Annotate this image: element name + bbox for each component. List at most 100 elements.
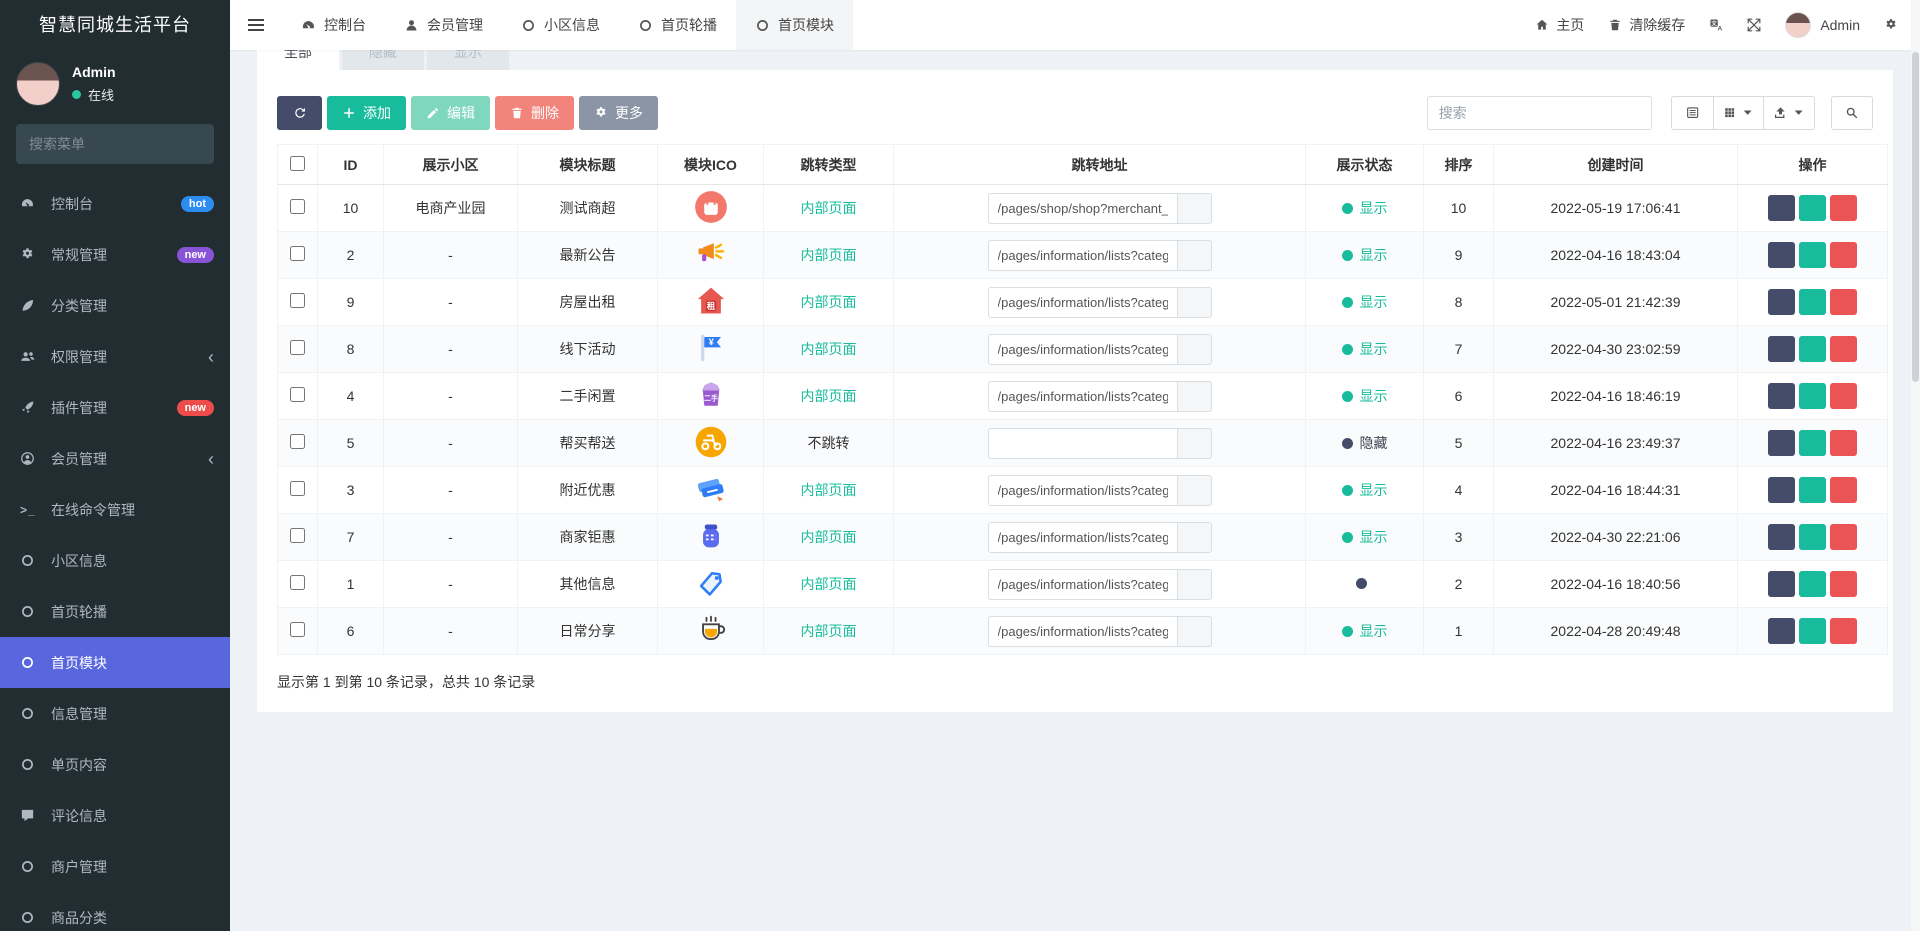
sidebar-item-在线命令管理[interactable]: >_ 在线命令管理 xyxy=(0,484,230,535)
edit-row-button[interactable] xyxy=(1799,195,1826,221)
navbar-tab-控制台[interactable]: 控制台 xyxy=(282,0,385,50)
edit-button[interactable]: 编辑 xyxy=(411,96,490,130)
move-button[interactable] xyxy=(1768,195,1795,221)
row-checkbox[interactable] xyxy=(290,434,305,449)
edit-row-button[interactable] xyxy=(1799,383,1826,409)
link-button[interactable] xyxy=(1177,615,1212,647)
sidebar-item-商品分类[interactable]: 商品分类 xyxy=(0,892,230,931)
sidebar-item-插件管理[interactable]: 插件管理 new xyxy=(0,382,230,433)
row-checkbox[interactable] xyxy=(290,340,305,355)
select-all-checkbox[interactable] xyxy=(290,155,305,171)
edit-row-button[interactable] xyxy=(1799,524,1826,550)
jump-url-input[interactable] xyxy=(987,521,1178,553)
move-button[interactable] xyxy=(1768,524,1795,550)
row-checkbox[interactable] xyxy=(290,622,305,637)
edit-row-button[interactable] xyxy=(1799,618,1826,644)
row-checkbox[interactable] xyxy=(290,528,305,543)
move-button[interactable] xyxy=(1768,430,1795,456)
delete-button[interactable]: 删除 xyxy=(495,96,574,130)
delete-row-button[interactable] xyxy=(1830,383,1857,409)
delete-row-button[interactable] xyxy=(1830,571,1857,597)
move-button[interactable] xyxy=(1768,477,1795,503)
jump-url-input[interactable] xyxy=(987,192,1178,224)
link-button[interactable] xyxy=(1177,286,1212,318)
hamburger-menu-button[interactable] xyxy=(230,0,282,50)
edit-row-button[interactable] xyxy=(1799,242,1826,268)
fullscreen-icon[interactable] xyxy=(1747,18,1761,32)
table-search-input[interactable] xyxy=(1426,96,1652,130)
home-link[interactable]: 主页 xyxy=(1535,15,1584,35)
translate-icon[interactable]: 文A xyxy=(1709,18,1723,32)
scrollbar-thumb[interactable] xyxy=(1912,52,1919,382)
navbar-tab-首页模块[interactable]: 首页模块 xyxy=(736,0,853,50)
sidebar-item-首页模块[interactable]: 首页模块 xyxy=(0,637,230,688)
export-button[interactable] xyxy=(1763,96,1815,130)
sidebar-item-分类管理[interactable]: 分类管理 xyxy=(0,280,230,331)
edit-row-button[interactable] xyxy=(1799,571,1826,597)
navbar-tab-小区信息[interactable]: 小区信息 xyxy=(502,0,619,50)
sidebar-item-单页内容[interactable]: 单页内容 xyxy=(0,739,230,790)
row-checkbox[interactable] xyxy=(290,293,305,308)
link-button[interactable] xyxy=(1177,474,1212,506)
settings-gears-icon[interactable] xyxy=(1884,18,1898,32)
delete-row-button[interactable] xyxy=(1830,195,1857,221)
sidebar-item-评论信息[interactable]: 评论信息 xyxy=(0,790,230,841)
sidebar-item-首页轮播[interactable]: 首页轮播 xyxy=(0,586,230,637)
jump-url-input[interactable] xyxy=(987,474,1178,506)
jump-url-input[interactable] xyxy=(987,286,1178,318)
link-button[interactable] xyxy=(1177,192,1212,224)
columns-button[interactable] xyxy=(1712,96,1764,130)
refresh-button[interactable] xyxy=(277,96,322,130)
move-button[interactable] xyxy=(1768,383,1795,409)
navbar-tab-首页轮播[interactable]: 首页轮播 xyxy=(619,0,736,50)
delete-row-button[interactable] xyxy=(1830,242,1857,268)
search-toggle-button[interactable] xyxy=(1831,96,1873,130)
jump-url-input[interactable] xyxy=(987,427,1178,459)
row-checkbox[interactable] xyxy=(290,575,305,590)
sidebar-item-商户管理[interactable]: 商户管理 xyxy=(0,841,230,892)
move-button[interactable] xyxy=(1768,618,1795,644)
jump-url-input[interactable] xyxy=(987,239,1178,271)
move-button[interactable] xyxy=(1768,242,1795,268)
link-button[interactable] xyxy=(1177,568,1212,600)
row-checkbox[interactable] xyxy=(290,481,305,496)
jump-url-input[interactable] xyxy=(987,568,1178,600)
delete-row-button[interactable] xyxy=(1830,336,1857,362)
add-button[interactable]: 添加 xyxy=(327,96,406,130)
jump-url-input[interactable] xyxy=(987,615,1178,647)
clear-cache-link[interactable]: 清除缓存 xyxy=(1608,15,1685,35)
move-button[interactable] xyxy=(1768,289,1795,315)
row-checkbox[interactable] xyxy=(290,199,305,214)
move-button[interactable] xyxy=(1768,336,1795,362)
sidebar-item-信息管理[interactable]: 信息管理 xyxy=(0,688,230,739)
delete-row-button[interactable] xyxy=(1830,524,1857,550)
navbar-tab-会员管理[interactable]: 会员管理 xyxy=(385,0,502,50)
navbar-user[interactable]: Admin xyxy=(1785,12,1860,38)
sidebar-item-控制台[interactable]: 控制台 hot xyxy=(0,178,230,229)
sidebar-item-会员管理[interactable]: 会员管理 ‹ xyxy=(0,433,230,484)
jump-url-input[interactable] xyxy=(987,380,1178,412)
link-button[interactable] xyxy=(1177,239,1212,271)
delete-row-button[interactable] xyxy=(1830,430,1857,456)
link-button[interactable] xyxy=(1177,380,1212,412)
delete-row-button[interactable] xyxy=(1830,477,1857,503)
row-checkbox[interactable] xyxy=(290,246,305,261)
edit-row-button[interactable] xyxy=(1799,430,1826,456)
delete-row-button[interactable] xyxy=(1830,289,1857,315)
detail-view-button[interactable] xyxy=(1670,96,1713,130)
more-button[interactable]: 更多 xyxy=(579,96,658,130)
edit-row-button[interactable] xyxy=(1799,289,1826,315)
sidebar-item-常规管理[interactable]: 常规管理 new xyxy=(0,229,230,280)
edit-row-button[interactable] xyxy=(1799,477,1826,503)
link-button[interactable] xyxy=(1177,427,1212,459)
jump-url-input[interactable] xyxy=(987,333,1178,365)
row-checkbox[interactable] xyxy=(290,387,305,402)
sidebar-item-小区信息[interactable]: 小区信息 xyxy=(0,535,230,586)
link-button[interactable] xyxy=(1177,333,1212,365)
link-button[interactable] xyxy=(1177,521,1212,553)
edit-row-button[interactable] xyxy=(1799,336,1826,362)
move-button[interactable] xyxy=(1768,571,1795,597)
delete-row-button[interactable] xyxy=(1830,618,1857,644)
scrollbar[interactable] xyxy=(1911,0,1920,931)
sidebar-item-权限管理[interactable]: 权限管理 ‹ xyxy=(0,331,230,382)
